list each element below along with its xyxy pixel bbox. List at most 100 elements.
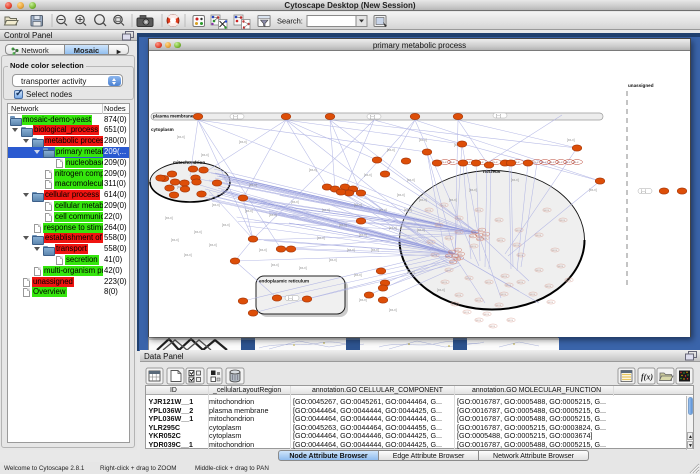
svg-text:[xx-x]: [xx-x]	[404, 208, 412, 212]
svg-text:[xx-x]: [xx-x]	[271, 263, 279, 267]
svg-text:xx-x: xx-x	[560, 218, 566, 222]
svg-text:[xx-x]: [xx-x]	[354, 203, 362, 207]
svg-text:xx-x: xx-x	[508, 318, 514, 322]
svg-text:xx-x: xx-x	[566, 278, 572, 282]
svg-text:xx-x: xx-x	[514, 243, 520, 247]
svg-text:[xx-x]: [xx-x]	[165, 216, 173, 220]
svg-text:[xx-x]: [xx-x]	[437, 288, 445, 292]
svg-text:[xx-x]: [xx-x]	[449, 198, 457, 202]
svg-text:xx-x: xx-x	[552, 248, 558, 252]
svg-text:x-x: x-x	[483, 232, 487, 236]
svg-text:xx-x: xx-x	[536, 233, 542, 237]
svg-text:[xx-x]: [xx-x]	[222, 223, 230, 227]
svg-text:xx-x: xx-x	[471, 244, 477, 248]
svg-text:xx-x: xx-x	[436, 223, 442, 227]
svg-text:x-x: x-x	[477, 237, 481, 241]
svg-text:[xx-x]: [xx-x]	[417, 228, 425, 232]
svg-text:x-x: x-x	[470, 234, 474, 238]
svg-text:xx-x: xx-x	[502, 274, 508, 278]
svg-text:xx-x: xx-x	[541, 160, 547, 164]
svg-text:[xx-x]: [xx-x]	[249, 183, 257, 187]
svg-text:xx-x: xx-x	[446, 268, 452, 272]
svg-text:xx-x: xx-x	[506, 283, 512, 287]
svg-text:[xx-x]: [xx-x]	[194, 230, 202, 234]
svg-text:xx-x: xx-x	[496, 218, 502, 222]
svg-text:[---]: [---]	[233, 115, 238, 119]
svg-text:xx-x: xx-x	[482, 236, 488, 240]
svg-text:xx-x: xx-x	[484, 312, 490, 316]
svg-text:xx-x: xx-x	[464, 310, 470, 314]
svg-text:nucleus: nucleus	[483, 169, 501, 174]
svg-text:xx-x: xx-x	[476, 208, 482, 212]
svg-text:[xx-x]: [xx-x]	[364, 173, 372, 177]
svg-text:xx-x: xx-x	[476, 298, 482, 302]
svg-text:[xx-x]: [xx-x]	[322, 208, 330, 212]
svg-text:[xx-x]: [xx-x]	[371, 248, 379, 252]
svg-text:[xx-x]: [xx-x]	[209, 243, 217, 247]
svg-text:[xx-x]: [xx-x]	[511, 178, 519, 182]
svg-text:[xx-x]: [xx-x]	[171, 238, 179, 242]
svg-text:unassigned: unassigned	[628, 83, 654, 88]
svg-text:mitochondrion: mitochondrion	[173, 160, 205, 165]
svg-text:[xx-x]: [xx-x]	[387, 148, 395, 152]
svg-text:xx-x: xx-x	[518, 253, 524, 257]
svg-text:[xx-x]: [xx-x]	[419, 198, 427, 202]
svg-text:xx-x: xx-x	[432, 253, 438, 257]
svg-text:xx-x: xx-x	[557, 160, 563, 164]
svg-text:[xx-x]: [xx-x]	[419, 138, 427, 142]
svg-text:xx-x: xx-x	[456, 230, 462, 234]
svg-text:[xx-x]: [xx-x]	[212, 203, 220, 207]
svg-text:xx-x: xx-x	[549, 160, 555, 164]
svg-text:[xx-x]: [xx-x]	[407, 178, 415, 182]
svg-text:[xx-x]: [xx-x]	[567, 138, 575, 142]
svg-text:xx-x: xx-x	[530, 292, 536, 296]
svg-text:xx-x: xx-x	[536, 268, 542, 272]
svg-text:[xx-x]: [xx-x]	[379, 208, 387, 212]
svg-text:xx-x: xx-x	[441, 203, 447, 207]
svg-text:[xx-x]: [xx-x]	[184, 253, 192, 257]
svg-text:[xx-x]: [xx-x]	[359, 233, 367, 237]
svg-text:xx-x: xx-x	[565, 160, 571, 164]
svg-text:xx-x: xx-x	[546, 284, 552, 288]
svg-text:f(x): f(x)	[641, 373, 653, 382]
svg-text:[xx-x]: [xx-x]	[469, 188, 477, 192]
svg-text:[xx-x]: [xx-x]	[317, 236, 325, 240]
svg-text:x-x: x-x	[450, 260, 454, 264]
svg-text:[xx-x]: [xx-x]	[309, 168, 317, 172]
svg-text:xx-x: xx-x	[456, 293, 462, 297]
svg-text:xx-x: xx-x	[449, 160, 455, 164]
svg-text:xx-x: xx-x	[446, 236, 452, 240]
svg-text:plasma membrane: plasma membrane	[153, 114, 194, 119]
svg-text:xx-x: xx-x	[558, 264, 564, 268]
svg-text:[xx-x]: [xx-x]	[201, 153, 209, 157]
svg-text:xx-x: xx-x	[486, 280, 492, 284]
svg-text:cytoplasm: cytoplasm	[151, 127, 174, 132]
svg-text:xx-x: xx-x	[496, 303, 502, 307]
svg-text:[xx-x]: [xx-x]	[389, 226, 397, 230]
svg-text:xx-x: xx-x	[442, 280, 448, 284]
svg-text:[xx-x]: [xx-x]	[407, 270, 415, 274]
svg-text:xx-x: xx-x	[516, 228, 522, 232]
svg-text:[xx-x]: [xx-x]	[239, 140, 247, 144]
svg-text:[xx-x]: [xx-x]	[269, 213, 277, 217]
svg-text:xx-x: xx-x	[548, 300, 554, 304]
svg-text:[xx-x]: [xx-x]	[177, 135, 185, 139]
svg-text:[---]: [---]	[288, 296, 293, 300]
svg-text:[xx-x]: [xx-x]	[259, 248, 267, 252]
svg-text:xx-x: xx-x	[533, 160, 539, 164]
svg-text:xx-x: xx-x	[428, 240, 434, 244]
svg-text:x-x: x-x	[446, 254, 450, 258]
svg-text:[---]: [---]	[370, 115, 375, 119]
svg-text:Search:: Search:	[277, 17, 303, 26]
svg-text:xx-x: xx-x	[452, 302, 458, 306]
svg-text:[xx-x]: [xx-x]	[299, 266, 307, 270]
svg-text:[xx-x]: [xx-x]	[397, 193, 405, 197]
svg-text:endoplasmic reticulum: endoplasmic reticulum	[259, 279, 309, 284]
svg-text:x-x: x-x	[457, 256, 461, 260]
svg-text:[xx-x]: [xx-x]	[339, 223, 347, 227]
svg-text:xx-x: xx-x	[466, 276, 472, 280]
svg-text:[xx-x]: [xx-x]	[245, 209, 253, 213]
svg-text:[---]: [---]	[496, 114, 501, 118]
svg-text:[xx-x]: [xx-x]	[589, 188, 597, 192]
svg-text:xx-x: xx-x	[544, 208, 550, 212]
